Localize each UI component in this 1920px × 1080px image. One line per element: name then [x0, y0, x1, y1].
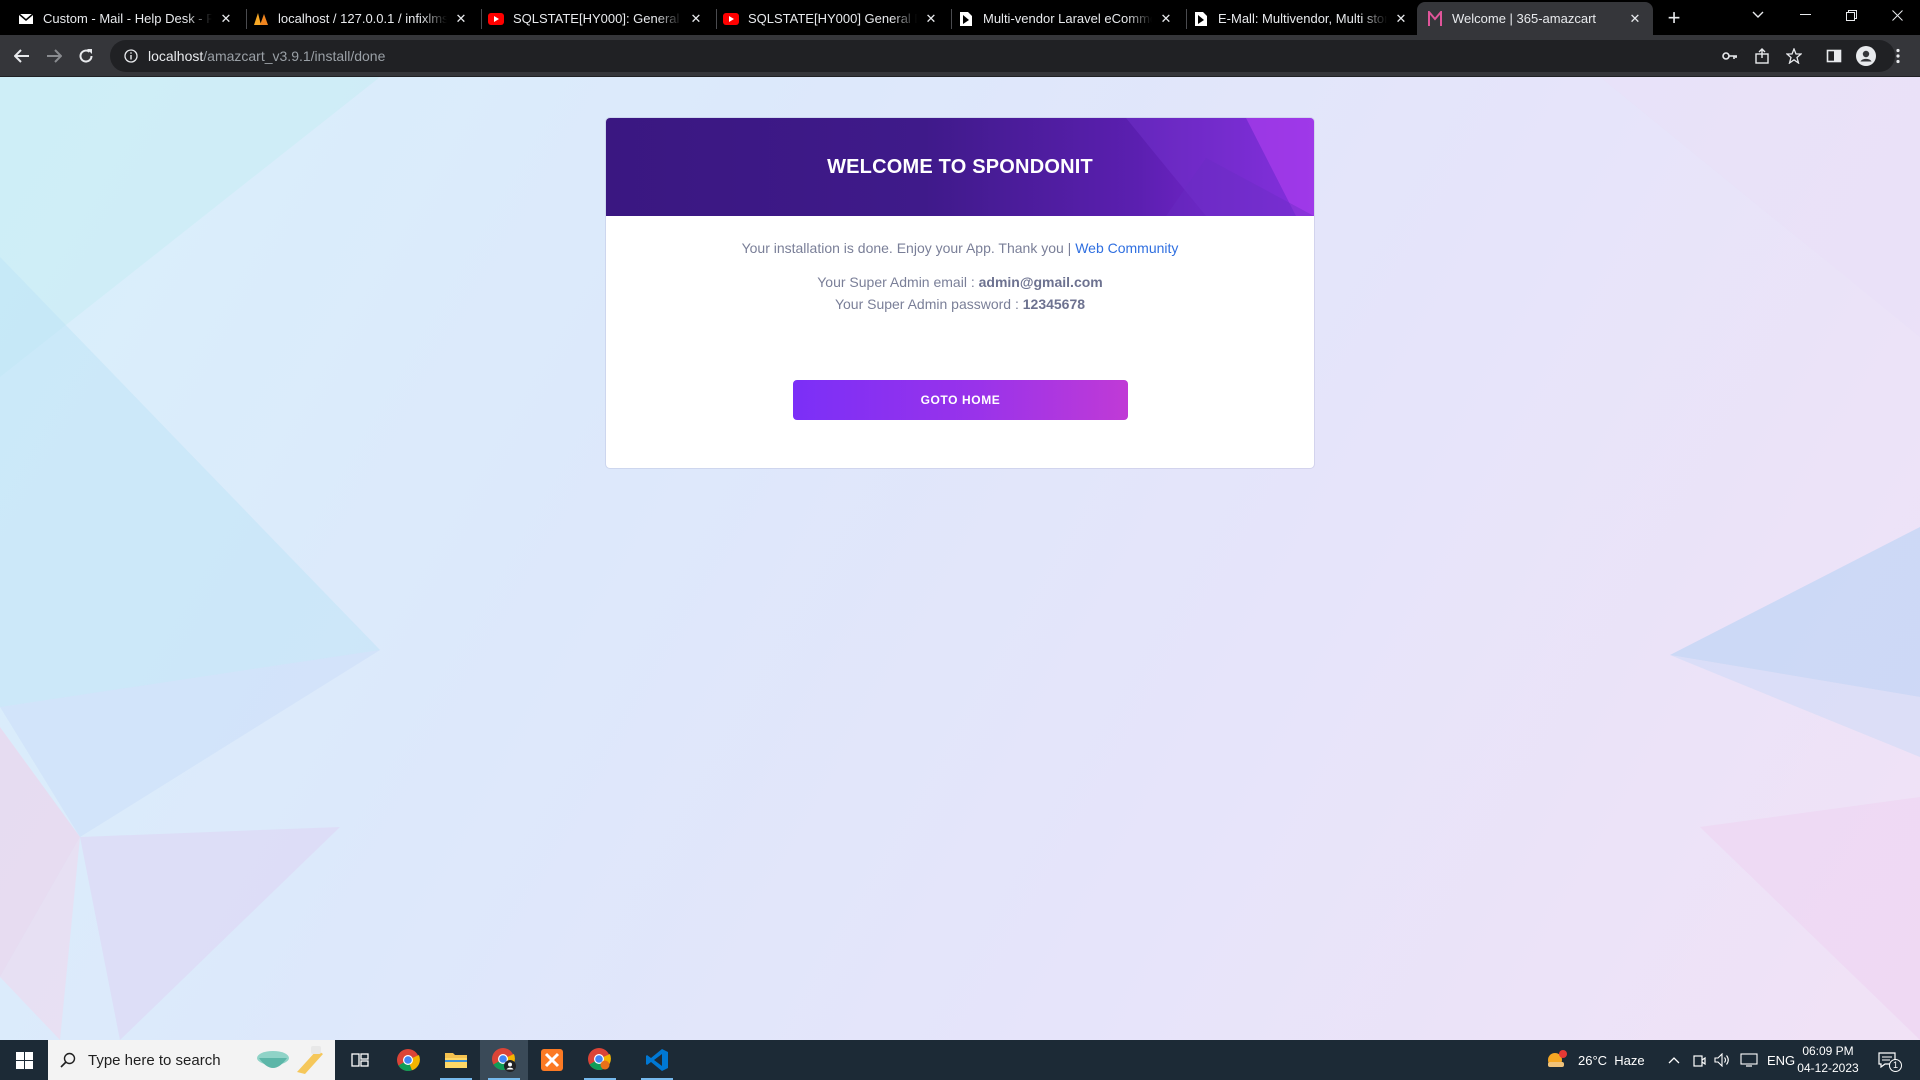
menu-kebab-icon[interactable] — [1884, 42, 1912, 70]
profile-avatar-icon[interactable] — [1852, 42, 1880, 70]
tab-youtube-2[interactable]: SQLSTATE[HY000] General Error ✕ — [713, 2, 949, 35]
admin-email-label: Your Super Admin email : — [817, 274, 979, 290]
system-clock[interactable]: 06:09 PM 04-12-2023 — [1790, 1043, 1866, 1077]
tab-search-chevron-icon[interactable] — [1735, 0, 1781, 30]
task-view-icon[interactable] — [336, 1040, 384, 1080]
web-community-link[interactable]: Web Community — [1075, 240, 1178, 256]
tab-strip: Custom - Mail - Help Desk - Pro ✕ localh… — [0, 0, 1920, 35]
window-close-icon[interactable] — [1874, 0, 1920, 30]
notification-center-icon[interactable]: 1 — [1878, 1040, 1902, 1080]
windows-taskbar: Type here to search 26°C Haze ENG 06:09 … — [0, 1040, 1920, 1080]
chrome-canary-icon[interactable] — [576, 1040, 624, 1080]
phpmyadmin-icon — [253, 11, 269, 27]
youtube-icon — [488, 11, 504, 27]
weather-sun-icon — [1546, 1050, 1568, 1070]
back-icon[interactable] — [8, 42, 36, 70]
tab-title: SQLSTATE[HY000]: General error — [513, 11, 682, 26]
minimize-icon[interactable] — [1782, 0, 1828, 30]
envato-icon — [958, 11, 974, 27]
url-host: localhost — [148, 48, 204, 64]
notification-count: 1 — [1889, 1059, 1902, 1072]
tab-title: SQLSTATE[HY000] General Error — [748, 11, 917, 26]
tab-title: E-Mall: Multivendor, Multi store — [1218, 11, 1387, 26]
welcome-title: WELCOME TO SPONDONIT — [827, 155, 1093, 178]
card-header: WELCOME TO SPONDONIT — [606, 118, 1314, 216]
tab-title: localhost / 127.0.0.1 / infixlms_l — [278, 11, 447, 26]
tab-title: Multi-vendor Laravel eCommerce — [983, 11, 1152, 26]
search-highlight-illustration — [251, 1044, 331, 1080]
close-icon[interactable]: ✕ — [218, 11, 234, 27]
address-bar[interactable]: localhost/amazcart_v3.9.1/install/done — [110, 40, 1895, 72]
search-placeholder: Type here to search — [88, 1051, 221, 1069]
network-icon[interactable] — [1740, 1040, 1758, 1080]
browser-toolbar: localhost/amazcart_v3.9.1/install/done — [0, 35, 1920, 77]
admin-password-line: Your Super Admin password : 12345678 — [606, 296, 1314, 312]
url-text: localhost/amazcart_v3.9.1/install/done — [148, 48, 385, 64]
chrome-app-icon[interactable] — [384, 1040, 432, 1080]
show-hidden-icons-chevron-icon[interactable] — [1668, 1040, 1680, 1080]
share-icon[interactable] — [1748, 42, 1776, 70]
new-tab-button[interactable]: + — [1662, 5, 1686, 30]
clock-time: 06:09 PM — [1802, 1044, 1854, 1058]
windows-start-icon[interactable] — [0, 1040, 48, 1080]
forward-icon[interactable] — [40, 42, 68, 70]
vscode-icon[interactable] — [633, 1040, 681, 1080]
tab-phpmyadmin[interactable]: localhost / 127.0.0.1 / infixlms_l ✕ — [243, 2, 479, 35]
mail-icon — [18, 11, 34, 27]
close-icon[interactable]: ✕ — [923, 11, 939, 27]
admin-email-value: admin@gmail.com — [978, 274, 1103, 290]
tab-envato-1[interactable]: Multi-vendor Laravel eCommerce ✕ — [948, 2, 1184, 35]
amazcart-icon — [1427, 10, 1443, 27]
page-viewport: WELCOME TO SPONDONIT Your installation i… — [0, 77, 1920, 1040]
taskbar-search-box[interactable]: Type here to search — [48, 1040, 335, 1080]
admin-password-label: Your Super Admin password : — [834, 296, 1023, 312]
tab-envato-2[interactable]: E-Mall: Multivendor, Multi store ✕ — [1183, 2, 1419, 35]
reload-icon[interactable] — [72, 42, 100, 70]
notification-badge-wrapper: 1 — [1878, 1052, 1902, 1072]
site-info-icon[interactable] — [116, 40, 146, 72]
envato-icon — [1193, 11, 1209, 27]
tab-title: Custom - Mail - Help Desk - Pro — [43, 11, 212, 26]
goto-home-button[interactable]: GOTO HOME — [793, 380, 1128, 420]
bookmark-star-icon[interactable] — [1780, 42, 1808, 70]
close-icon[interactable]: ✕ — [688, 11, 704, 27]
installation-message: Your installation is done. Enjoy your Ap… — [606, 240, 1314, 256]
url-path: /amazcart_v3.9.1/install/done — [203, 48, 386, 64]
restore-icon[interactable] — [1828, 0, 1874, 30]
youtube-icon — [723, 11, 739, 27]
tab-title: Welcome | 365-amazcart — [1452, 11, 1597, 26]
volume-icon[interactable] — [1714, 1040, 1730, 1080]
search-icon — [48, 1052, 88, 1068]
xampp-icon[interactable] — [528, 1040, 576, 1080]
admin-email-line: Your Super Admin email : admin@gmail.com — [606, 274, 1314, 290]
tab-welcome-active[interactable]: Welcome | 365-amazcart ✕ — [1417, 2, 1653, 35]
tab-youtube-1[interactable]: SQLSTATE[HY000]: General error ✕ — [478, 2, 714, 35]
side-panel-icon[interactable] — [1820, 42, 1848, 70]
close-icon[interactable]: ✕ — [453, 11, 469, 27]
close-icon[interactable]: ✕ — [1627, 11, 1643, 27]
admin-password-value: 12345678 — [1022, 296, 1086, 312]
tab-mail[interactable]: Custom - Mail - Help Desk - Pro ✕ — [8, 2, 244, 35]
meet-now-icon[interactable] — [1692, 1040, 1706, 1080]
installation-complete-card: WELCOME TO SPONDONIT Your installation i… — [606, 118, 1314, 468]
close-icon[interactable]: ✕ — [1393, 11, 1409, 27]
weather-text: 26°C Haze — [1578, 1052, 1645, 1068]
password-key-icon[interactable] — [1716, 42, 1744, 70]
weather-widget[interactable]: 26°C Haze — [1546, 1040, 1645, 1080]
chrome-profile-app-icon[interactable] — [480, 1040, 528, 1080]
file-explorer-icon[interactable] — [432, 1040, 480, 1080]
card-body: Your installation is done. Enjoy your Ap… — [606, 240, 1314, 312]
close-icon[interactable]: ✕ — [1158, 11, 1174, 27]
installation-message-text: Your installation is done. Enjoy your Ap… — [741, 240, 1076, 256]
clock-date: 04-12-2023 — [1797, 1061, 1859, 1075]
